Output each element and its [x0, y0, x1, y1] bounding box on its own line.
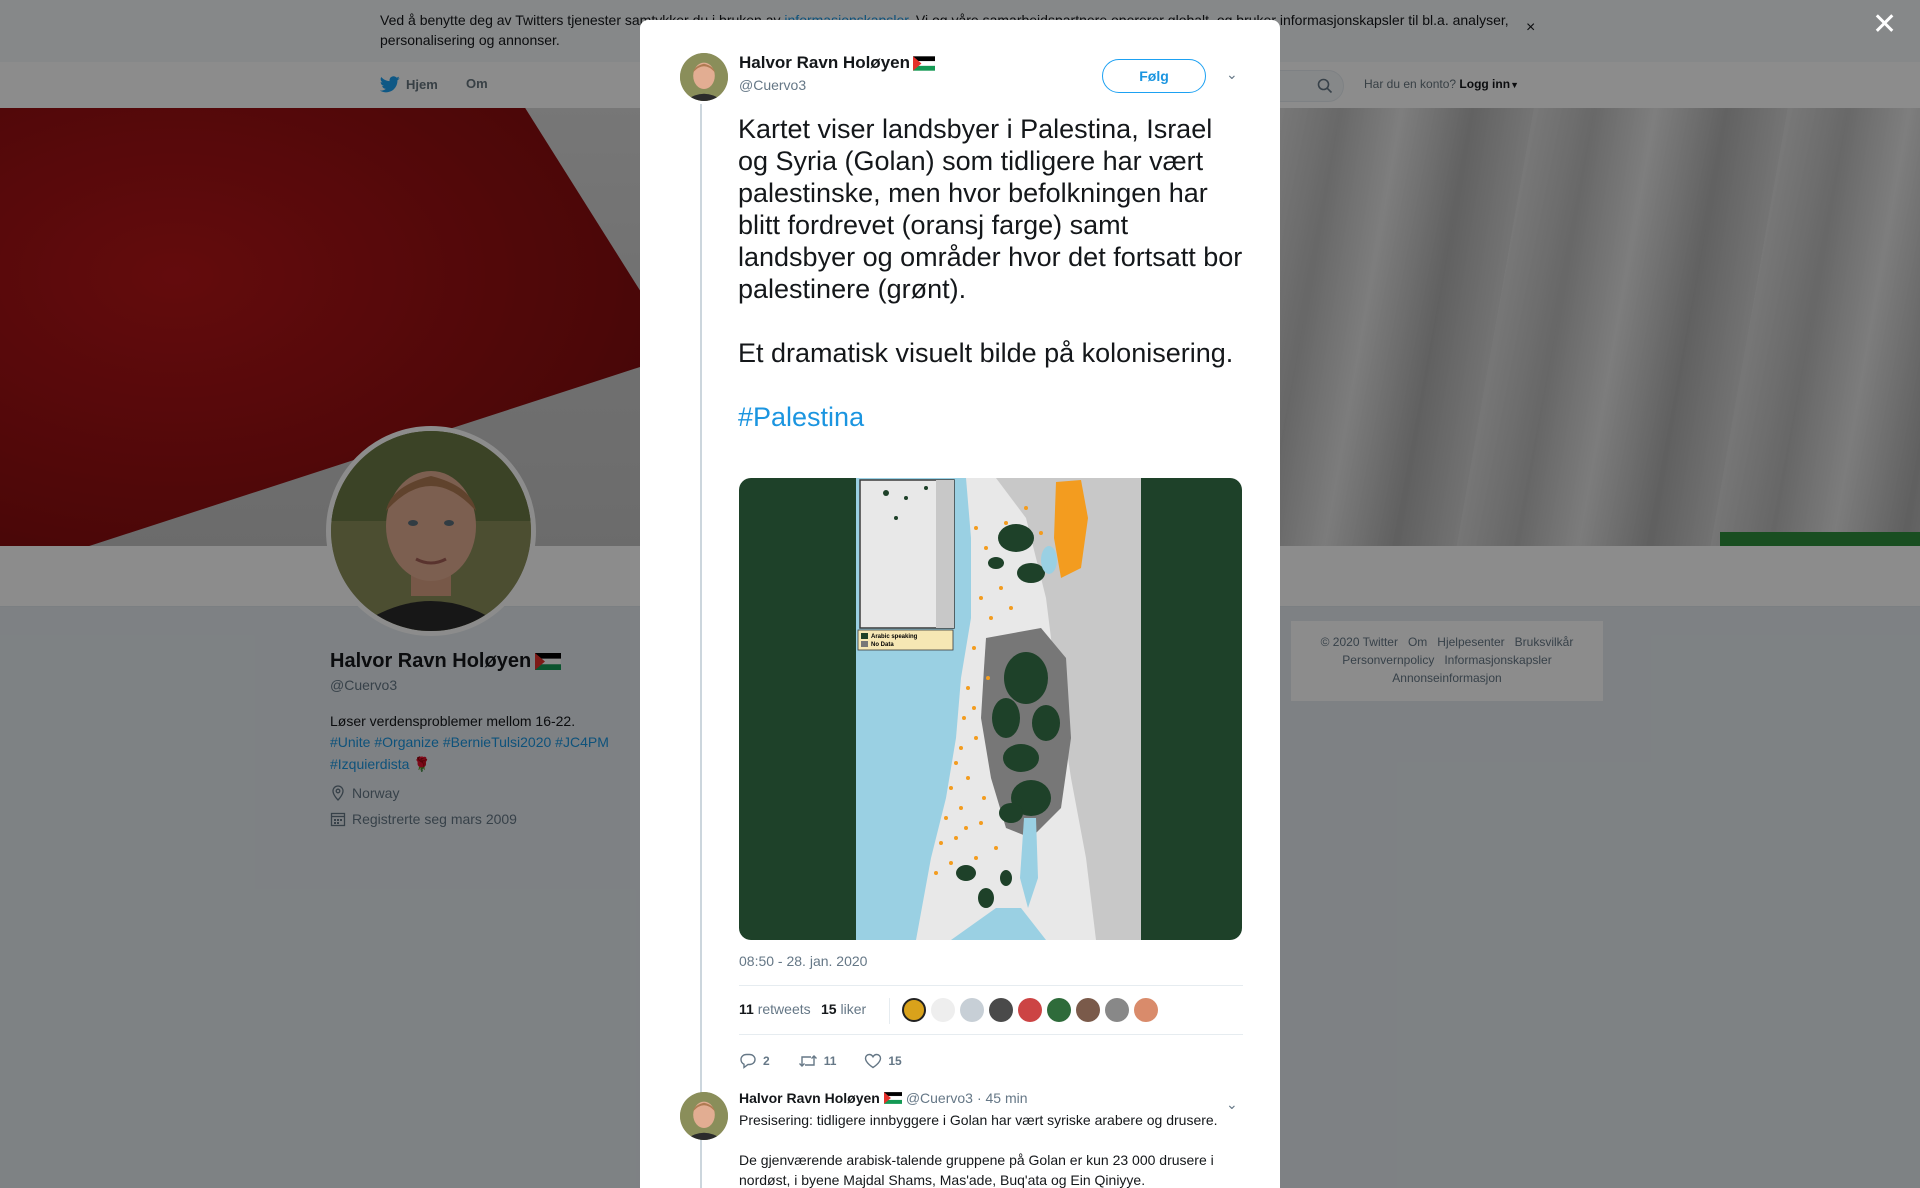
liker-avatar[interactable] — [1105, 998, 1129, 1022]
reply-text: Presisering: tidligere innbyggere i Gola… — [739, 1112, 1218, 1188]
tweet-author-handle[interactable]: @Cuervo3 — [739, 77, 806, 93]
tweet-author-avatar[interactable] — [680, 53, 728, 101]
close-icon[interactable]: ✕ — [1872, 10, 1897, 40]
tweet-author-name[interactable]: Halvor Ravn Holøyen — [739, 53, 935, 73]
palestine-villages-map: Arabic speaking No Data — [856, 478, 1141, 940]
tweet-modal: Halvor Ravn Holøyen @Cuervo3 Følg ⌄ Kart… — [640, 20, 1280, 1188]
retweet-count: 11 — [823, 1054, 837, 1068]
reply-button[interactable]: 2 — [739, 1053, 770, 1069]
reply-icon — [740, 1053, 756, 1069]
liker-avatar[interactable] — [1076, 998, 1100, 1022]
liker-avatar[interactable] — [1134, 998, 1158, 1022]
likers-avatars — [889, 998, 1158, 1024]
tweet-body: Kartet viser landsbyer i Palestina, Isra… — [738, 114, 1243, 368]
liker-avatar[interactable] — [1047, 998, 1071, 1022]
liker-avatar[interactable] — [960, 998, 984, 1022]
avatar-portrait — [680, 1092, 728, 1140]
like-count: 15 — [888, 1054, 902, 1068]
likes-stat-label: liker — [840, 1001, 867, 1017]
tweet-text: Kartet viser landsbyer i Palestina, Isra… — [738, 113, 1243, 433]
retweets-stat-count: 11 — [739, 1001, 754, 1017]
tweet-actions: 2 11 15 — [739, 1050, 930, 1072]
liker-avatar[interactable] — [902, 998, 926, 1022]
tweet-media-image[interactable]: Arabic speaking No Data — [739, 478, 1242, 940]
tweet-timestamp[interactable]: 08:50 - 28. jan. 2020 — [739, 953, 867, 969]
avatar-portrait — [680, 53, 728, 101]
liker-avatar[interactable] — [1018, 998, 1042, 1022]
map-legend-nodata: No Data — [871, 642, 894, 648]
likes-stat-count: 15 — [821, 1001, 837, 1017]
hashtag-link[interactable]: #Palestina — [738, 402, 864, 432]
liker-avatar[interactable] — [931, 998, 955, 1022]
reply-time[interactable]: · 45 min — [977, 1090, 1028, 1106]
reply-author-avatar[interactable] — [680, 1092, 728, 1140]
heart-icon — [865, 1053, 882, 1069]
retweets-stat-label: retweets — [757, 1001, 811, 1017]
retweet-button[interactable]: 11 — [798, 1053, 837, 1069]
likes-stat[interactable]: 15 liker — [821, 1001, 866, 1017]
tweet-stats: 11 retweets 15 liker — [739, 985, 1243, 1035]
like-button[interactable]: 15 — [864, 1053, 902, 1069]
map-image: Arabic speaking No Data — [856, 478, 1141, 940]
palestine-flag-icon — [883, 1092, 902, 1104]
map-legend-arabic: Arabic speaking — [871, 634, 918, 640]
reply-author-handle[interactable]: @Cuervo3 — [906, 1090, 973, 1106]
reply-header: Halvor Ravn Holøyen @Cuervo3 · 45 min — [739, 1090, 1028, 1106]
liker-avatar[interactable] — [989, 998, 1013, 1022]
author-name-text: Halvor Ravn Holøyen — [739, 53, 910, 72]
thread-line — [700, 104, 702, 1188]
chevron-down-icon[interactable]: ⌄ — [1226, 66, 1238, 83]
palestine-flag-icon — [913, 55, 935, 71]
retweets-stat[interactable]: 11 retweets — [739, 1001, 811, 1017]
retweet-icon — [798, 1055, 817, 1067]
reply-author-name[interactable]: Halvor Ravn Holøyen — [739, 1090, 880, 1106]
reply-count: 2 — [763, 1054, 770, 1068]
follow-button[interactable]: Følg — [1102, 59, 1206, 93]
